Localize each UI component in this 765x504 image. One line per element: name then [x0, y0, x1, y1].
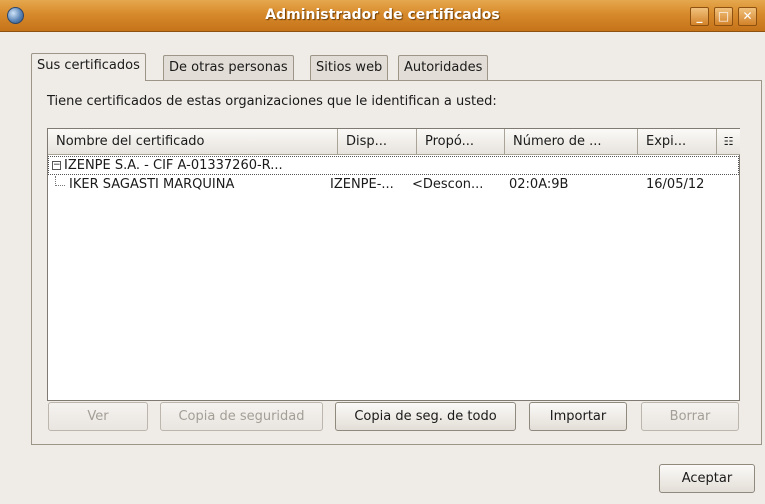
tab-websites[interactable]: Sitios web [310, 55, 389, 80]
cell-purpose: <Descon... [412, 177, 484, 192]
cell-device: IZENPE-... [330, 177, 394, 192]
tree-line-icon [55, 176, 65, 186]
column-picker-icon[interactable]: ☷ [717, 129, 740, 155]
minimize-button[interactable]: _ [690, 7, 709, 26]
import-button[interactable]: Importar [529, 402, 627, 431]
description-text: Tiene certificados de estas organizacion… [47, 94, 497, 109]
tab-authorities[interactable]: Autoridades [398, 55, 489, 80]
backup-all-button[interactable]: Copia de seg. de todo [335, 402, 516, 431]
column-header-serial-number[interactable]: Número de ... [505, 129, 638, 155]
view-button[interactable]: Ver [48, 402, 148, 431]
certificate-manager-window: Administrador de certificados _ □ ✕ Sus … [0, 0, 765, 504]
ok-button[interactable]: Aceptar [659, 464, 755, 493]
delete-button[interactable]: Borrar [641, 402, 739, 431]
column-header-certificate-name[interactable]: Nombre del certificado [48, 129, 338, 155]
cell-serial-number: 02:0A:9B [509, 177, 569, 192]
window-title: Administrador de certificados [265, 7, 500, 23]
column-header-expires[interactable]: Expi... [638, 129, 717, 155]
column-header-device[interactable]: Disp... [338, 129, 417, 155]
maximize-button[interactable]: □ [714, 7, 733, 26]
maximize-icon: □ [717, 9, 730, 23]
tab-other-people[interactable]: De otras personas [163, 55, 294, 80]
certificate-tree[interactable]: Nombre del certificado Disp... Propó... … [47, 128, 740, 401]
cell-certificate-name: IKER SAGASTI MARQUINA [69, 177, 235, 192]
collapse-icon[interactable]: − [52, 161, 61, 170]
backup-button[interactable]: Copia de seguridad [160, 402, 323, 431]
minimize-icon: _ [696, 9, 703, 23]
close-button[interactable]: ✕ [738, 7, 757, 26]
cell-expires: 16/05/12 [646, 177, 705, 192]
tree-group-row[interactable]: − IZENPE S.A. - CIF A-01337260-R... [48, 156, 739, 175]
tab-your-certificates[interactable]: Sus certificados [31, 53, 146, 81]
table-row[interactable]: IKER SAGASTI MARQUINA IZENPE-... <Descon… [48, 176, 739, 195]
close-icon: ✕ [742, 9, 753, 23]
column-header-purpose[interactable]: Propó... [417, 129, 505, 155]
group-name: IZENPE S.A. - CIF A-01337260-R... [64, 158, 283, 173]
title-bar[interactable]: Administrador de certificados _ □ ✕ [0, 0, 765, 32]
